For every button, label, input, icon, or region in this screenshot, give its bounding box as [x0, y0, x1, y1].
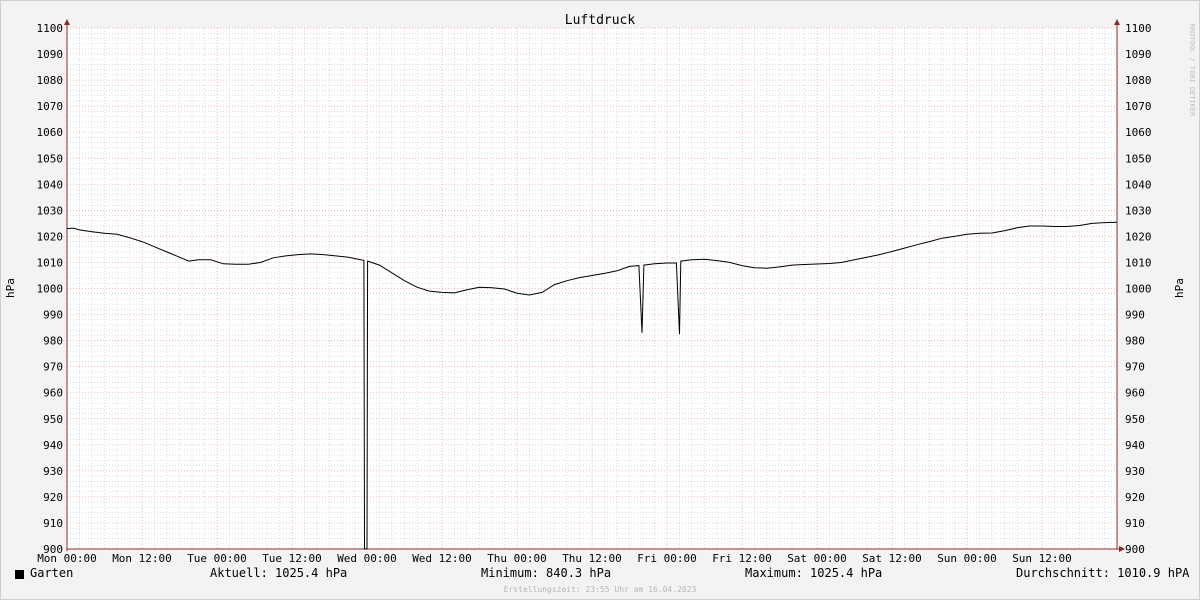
y-tick-label-right: 1060 — [1125, 126, 1152, 139]
y-tick-label-left: 1050 — [37, 152, 64, 165]
y-tick-label-right: 940 — [1125, 439, 1145, 452]
y-axis-right-arrow — [1114, 19, 1120, 25]
footer-timestamp: Erstellungszeit: 23:55 Uhr am 16.04.2023 — [503, 585, 697, 594]
y-tick-label-right: 910 — [1125, 517, 1145, 530]
y-axis-left-arrow — [64, 19, 70, 25]
y-tick-label-right: 930 — [1125, 465, 1145, 478]
y-tick-label-right: 1010 — [1125, 256, 1152, 269]
y-tick-label-left: 970 — [43, 361, 63, 374]
y-tick-label-left: 1000 — [37, 283, 64, 296]
y-tick-label-right: 900 — [1125, 543, 1145, 556]
y-tick-label-left: 930 — [43, 465, 63, 478]
y-tick-label-left: 1020 — [37, 230, 64, 243]
legend-maximum: Maximum: 1025.4 hPa — [745, 566, 883, 580]
y-tick-label-right: 1030 — [1125, 204, 1152, 217]
y-tick-label-left: 920 — [43, 491, 63, 504]
chart-title: Luftdruck — [565, 13, 636, 28]
y-tick-label-left: 1090 — [37, 48, 64, 61]
x-tick-label: Sun 00:00 — [937, 552, 997, 565]
chart-canvas: 900 910 920 930 940 950 960 970 980 990 1000 1010 10… — [4, 13, 1196, 565]
y-tick-label-right: 980 — [1125, 335, 1145, 348]
x-tick-label: Tue 12:00 — [262, 552, 322, 565]
legend-average: Durchschnitt: 1010.9 hPA — [1016, 566, 1190, 580]
y-tick-label-right: 1000 — [1125, 283, 1152, 296]
x-tick-label: Wed 00:00 — [337, 552, 397, 565]
x-tick-label: Fri 12:00 — [712, 552, 772, 565]
x-tick-label: Thu 00:00 — [487, 552, 547, 565]
x-tick-label: Wed 12:00 — [412, 552, 472, 565]
y-tick-label-left: 990 — [43, 309, 63, 322]
y-tick-label-left: 980 — [43, 335, 63, 348]
y-tick-label-right: 970 — [1125, 361, 1145, 374]
y-tick-label-right: 1070 — [1125, 100, 1152, 113]
y-axis-right-ticks: 900 910 920 930 940 950 960 970 980 990 1000 1010 10… — [1125, 22, 1152, 556]
y-tick-label-right: 1040 — [1125, 178, 1152, 191]
y-axis-left-label: hPa — [4, 278, 17, 298]
y-tick-label-left: 940 — [43, 439, 63, 452]
legend-series-name: Garten — [30, 566, 74, 580]
x-tick-label: Sat 12:00 — [862, 552, 922, 565]
y-axis-left-ticks: 9009109209309409509609709809901000101010… — [37, 22, 64, 556]
x-tick-label: Tue 00:00 — [187, 552, 247, 565]
watermark: RRDTOOL / TOBI OETIKER — [1188, 24, 1196, 118]
y-tick-label-right: 990 — [1125, 309, 1145, 322]
y-tick-label-left: 1010 — [37, 256, 64, 269]
x-tick-label: Fri 00:00 — [637, 552, 697, 565]
y-tick-label-left: 1080 — [37, 74, 64, 87]
y-tick-label-right: 1020 — [1125, 230, 1152, 243]
y-tick-label-left: 1100 — [37, 22, 64, 35]
y-tick-label-left: 1030 — [37, 204, 64, 217]
y-tick-label-right: 1100 — [1125, 22, 1152, 35]
x-tick-label: Mon 12:00 — [112, 552, 172, 565]
x-tick-label: Sun 12:00 — [1012, 552, 1072, 565]
y-tick-label-left: 910 — [43, 517, 63, 530]
x-tick-label: Thu 12:00 — [562, 552, 622, 565]
legend-current: Aktuell: 1025.4 hPa — [210, 566, 348, 580]
y-tick-label-right: 920 — [1125, 491, 1145, 504]
x-tick-label: Sat 00:00 — [787, 552, 847, 565]
y-tick-label-left: 1070 — [37, 100, 64, 113]
y-tick-label-right: 1080 — [1125, 74, 1152, 87]
y-tick-label-left: 950 — [43, 413, 63, 426]
y-tick-label-right: 960 — [1125, 387, 1145, 400]
y-tick-label-left: 1040 — [37, 178, 64, 191]
x-tick-label: Mon 00:00 — [37, 552, 97, 565]
y-tick-label-right: 1090 — [1125, 48, 1152, 61]
y-tick-label-right: 1050 — [1125, 152, 1152, 165]
y-tick-label-right: 950 — [1125, 413, 1145, 426]
legend: Garten Aktuell: 1025.4 hPa Minimum: 840.… — [0, 566, 1200, 584]
y-axis-right-label: hPa — [1173, 278, 1186, 298]
legend-minimum: Minimum: 840.3 hPa — [481, 566, 612, 580]
y-tick-label-left: 960 — [43, 387, 63, 400]
y-tick-label-left: 1060 — [37, 126, 64, 139]
x-axis-ticks: Mon 00:00 Mon 12:00 Tue 00:00 Tue 12:00 Wed … — [37, 552, 1072, 565]
